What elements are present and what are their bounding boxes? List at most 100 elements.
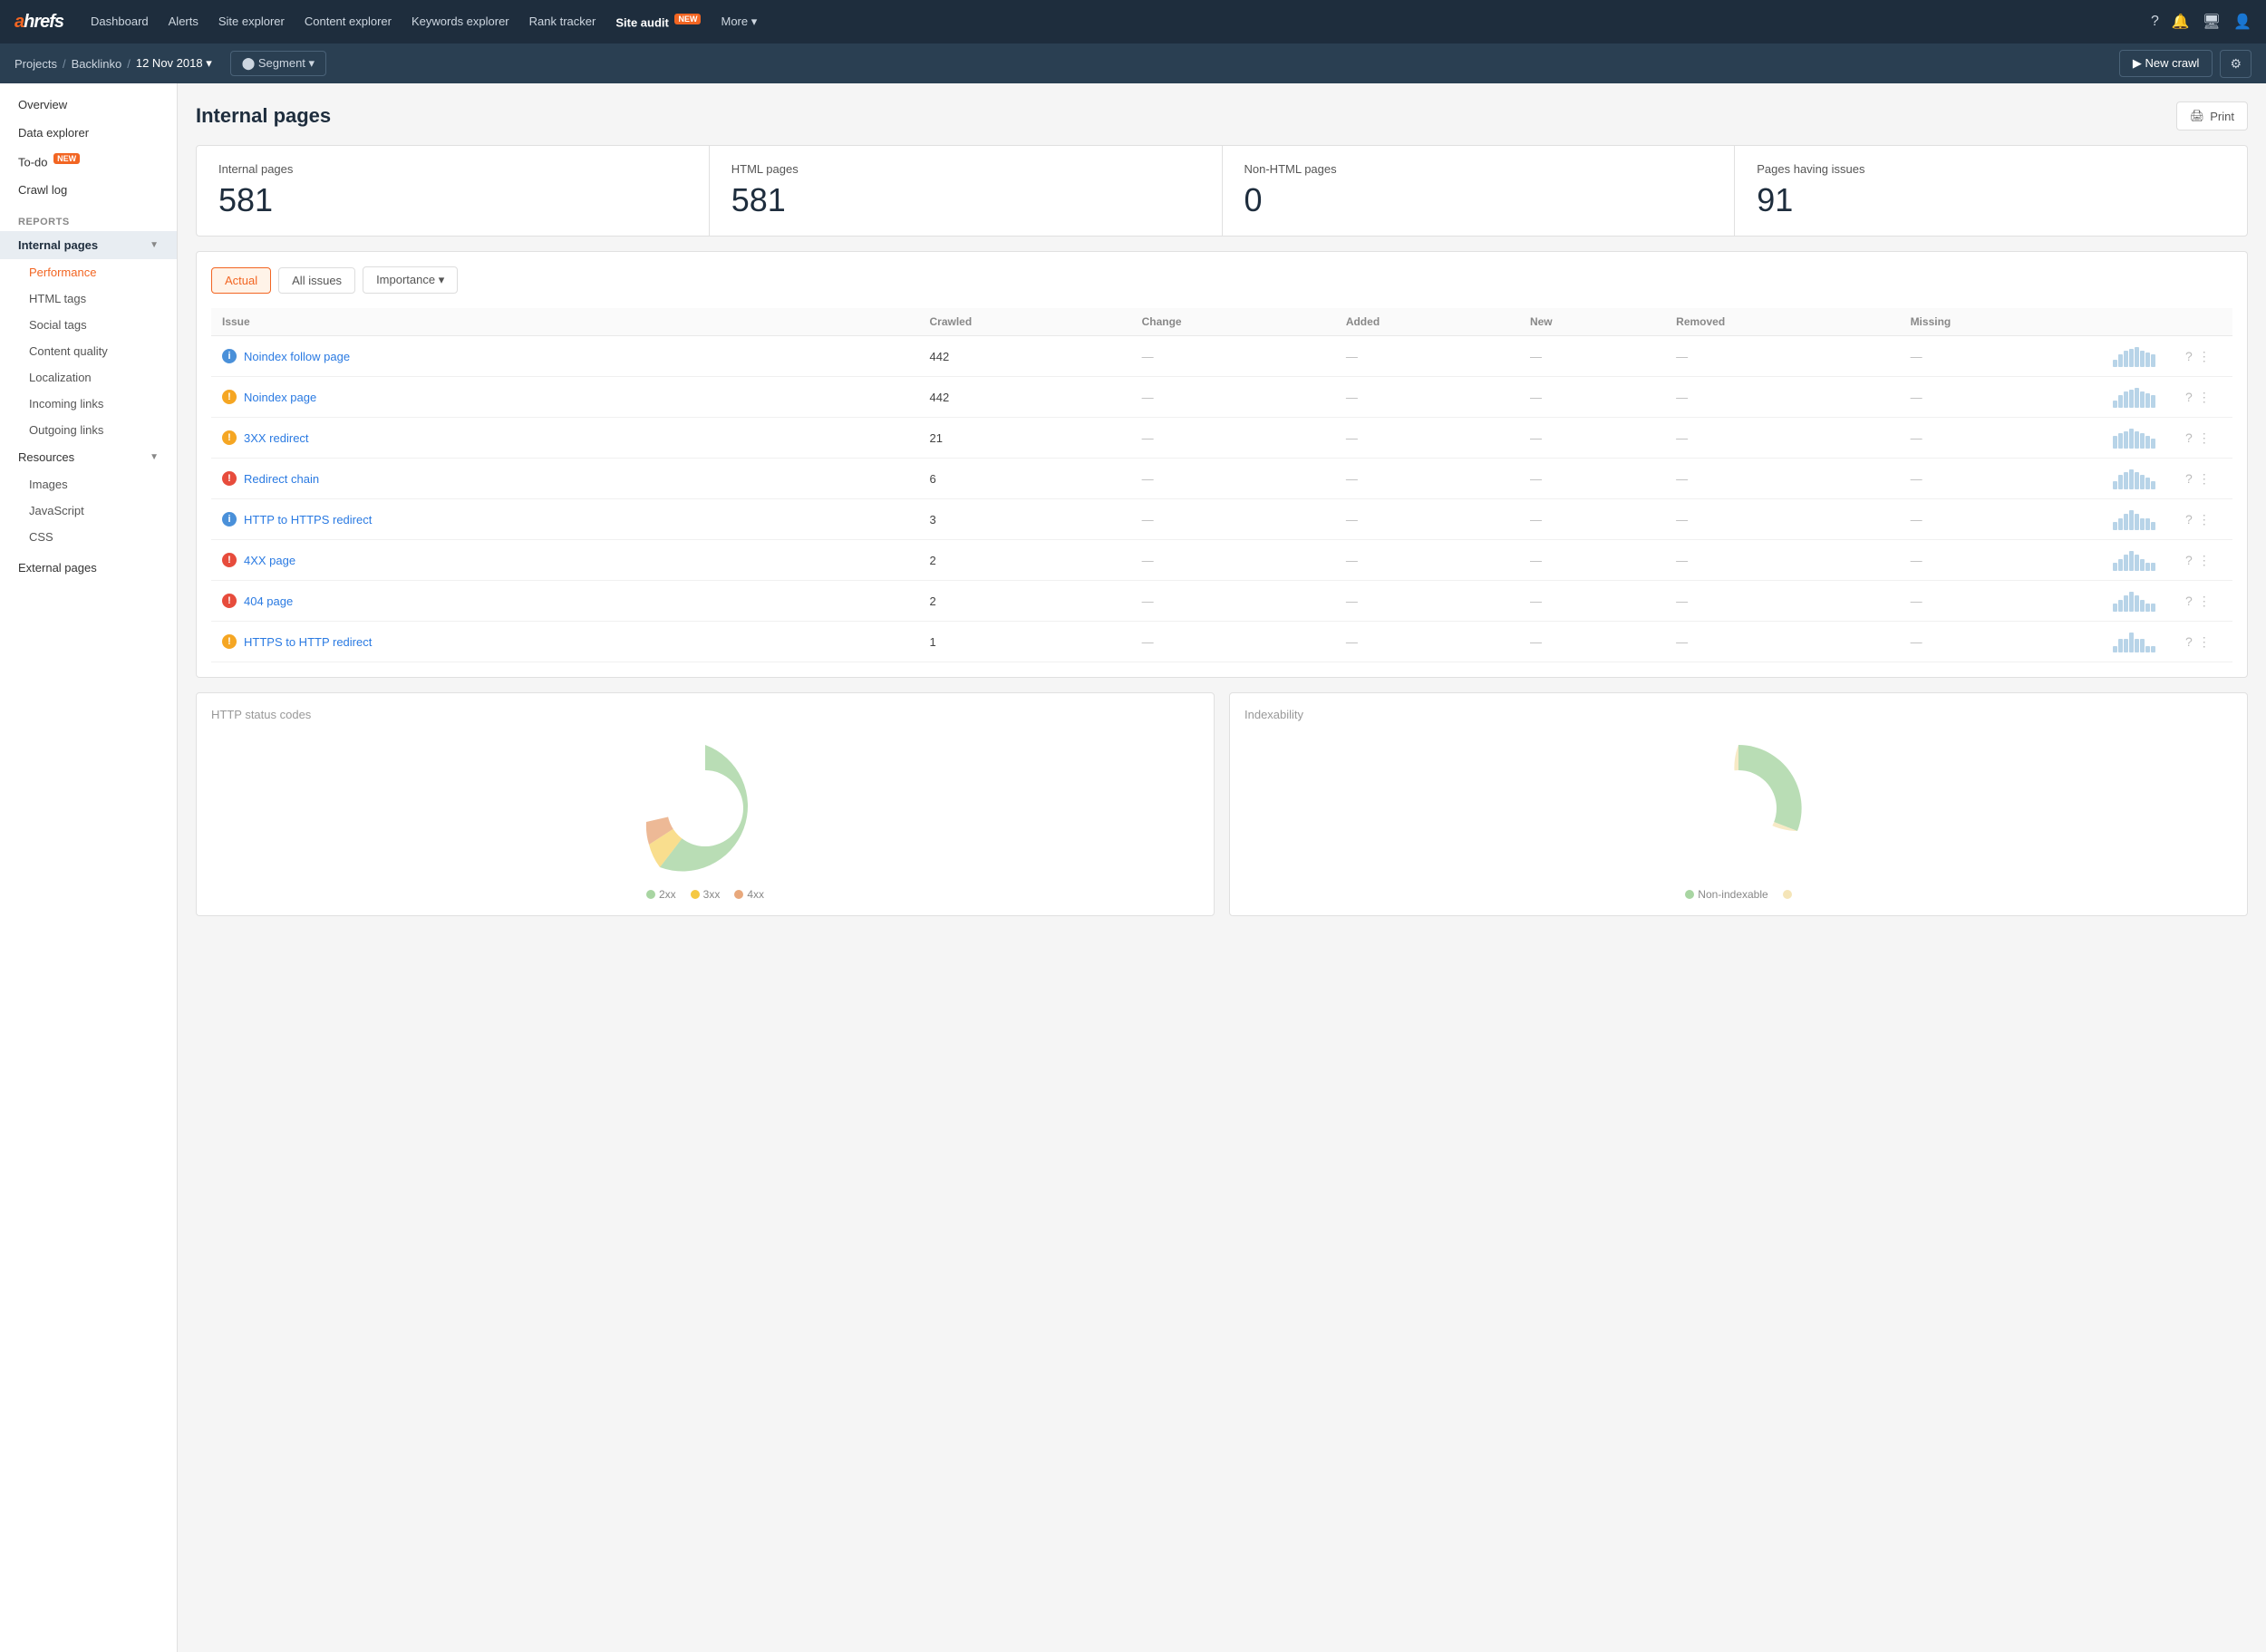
issue-added: — <box>1335 622 1519 662</box>
charts-row: HTTP status codes <box>196 692 2248 916</box>
issue-name[interactable]: 3XX redirect <box>244 431 309 445</box>
issue-removed: — <box>1665 418 1899 459</box>
issue-actions: ? ⋮ <box>2178 540 2232 581</box>
more-options-icon[interactable]: ⋮ <box>2198 349 2211 364</box>
help-circle-icon[interactable]: ? <box>2185 349 2193 363</box>
issue-new: — <box>1519 540 1665 581</box>
nav-link-alerts[interactable]: Alerts <box>160 9 208 34</box>
stat-label: Internal pages <box>218 162 687 176</box>
help-circle-icon[interactable]: ? <box>2185 634 2193 649</box>
breadcrumb-date[interactable]: 12 Nov 2018 ▾ <box>136 56 212 71</box>
more-options-icon[interactable]: ⋮ <box>2198 390 2211 405</box>
help-circle-icon[interactable]: ? <box>2185 471 2193 486</box>
breadcrumb-sep-1: / <box>63 57 66 71</box>
col-missing: Missing <box>1900 308 2106 336</box>
stat-label: Non-HTML pages <box>1244 162 1713 176</box>
table-row: ! 4XX page 2 — — — — — ? ⋮ <box>211 540 2232 581</box>
chart-http-title: HTTP status codes <box>211 708 1199 721</box>
filter-actual-button[interactable]: Actual <box>211 267 271 294</box>
breadcrumb-backlinko[interactable]: Backlinko <box>72 57 122 71</box>
sidebar-sub-localization[interactable]: Localization <box>0 364 177 391</box>
issue-name[interactable]: Redirect chain <box>244 472 319 486</box>
breadcrumb-bar: Projects / Backlinko / 12 Nov 2018 ▾ ⬤ S… <box>0 43 2266 83</box>
nav-link-rank-tracker[interactable]: Rank tracker <box>520 9 605 34</box>
sidebar-sub-content-quality[interactable]: Content quality <box>0 338 177 364</box>
col-added: Added <box>1335 308 1519 336</box>
sidebar-sub-social-tags[interactable]: Social tags <box>0 312 177 338</box>
issue-name[interactable]: HTTP to HTTPS redirect <box>244 513 372 527</box>
sidebar-sub-performance[interactable]: Performance <box>0 259 177 285</box>
sidebar-resources-header[interactable]: Resources ▼ <box>0 443 177 471</box>
issue-type-icon: ! <box>222 430 237 445</box>
nav-link-site-audit[interactable]: Site audit NEW <box>606 9 710 34</box>
help-circle-icon[interactable]: ? <box>2185 430 2193 445</box>
more-options-icon[interactable]: ⋮ <box>2198 512 2211 527</box>
issue-chart <box>2106 377 2178 418</box>
user-icon[interactable]: 👤 <box>2233 13 2251 31</box>
logo[interactable]: ahrefs <box>15 12 63 33</box>
sidebar-sub-incoming-links[interactable]: Incoming links <box>0 391 177 417</box>
stat-card-non-html-pages: Non-HTML pages 0 <box>1223 146 1736 236</box>
chart-http-status: HTTP status codes <box>196 692 1215 916</box>
sidebar-sub-html-tags[interactable]: HTML tags <box>0 285 177 312</box>
more-options-icon[interactable]: ⋮ <box>2198 594 2211 609</box>
issue-name[interactable]: Noindex page <box>244 391 316 404</box>
more-options-icon[interactable]: ⋮ <box>2198 430 2211 446</box>
sidebar-link-overview[interactable]: Overview <box>0 91 177 119</box>
issue-name[interactable]: HTTPS to HTTP redirect <box>244 635 372 649</box>
more-options-icon[interactable]: ⋮ <box>2198 553 2211 568</box>
sidebar-link-external-pages[interactable]: External pages <box>0 554 177 582</box>
breadcrumb-projects[interactable]: Projects <box>15 57 57 71</box>
issue-new: — <box>1519 622 1665 662</box>
settings-button[interactable]: ⚙ <box>2220 50 2251 78</box>
sidebar-sub-outgoing-links[interactable]: Outgoing links <box>0 417 177 443</box>
issue-name[interactable]: 404 page <box>244 594 293 608</box>
sidebar-link-javascript[interactable]: JavaScript <box>0 498 177 524</box>
issue-chart <box>2106 499 2178 540</box>
nav-link-more[interactable]: More ▾ <box>712 9 766 34</box>
table-row: i Noindex follow page 442 — — — — — ? ⋮ <box>211 336 2232 377</box>
filter-all-issues-button[interactable]: All issues <box>278 267 355 294</box>
stat-card-pages-issues: Pages having issues 91 <box>1735 146 2247 236</box>
issue-missing: — <box>1900 581 2106 622</box>
print-button[interactable]: 🖨 Print <box>2176 101 2248 130</box>
issue-name[interactable]: 4XX page <box>244 554 295 567</box>
nav-link-content-explorer[interactable]: Content explorer <box>295 9 401 34</box>
more-options-icon[interactable]: ⋮ <box>2198 471 2211 487</box>
more-options-icon[interactable]: ⋮ <box>2198 634 2211 650</box>
issue-missing: — <box>1900 499 2106 540</box>
issue-change: — <box>1131 499 1335 540</box>
help-icon[interactable]: ? <box>2151 14 2159 30</box>
segment-button[interactable]: ⬤ Segment ▾ <box>230 51 326 76</box>
issue-name[interactable]: Noindex follow page <box>244 350 350 363</box>
help-circle-icon[interactable]: ? <box>2185 512 2193 527</box>
issue-added: — <box>1335 459 1519 499</box>
nav-link-keywords-explorer[interactable]: Keywords explorer <box>402 9 518 34</box>
resources-chevron-icon: ▼ <box>150 452 159 462</box>
sidebar-link-todo[interactable]: To-do NEW <box>0 147 177 176</box>
issue-missing: — <box>1900 459 2106 499</box>
new-crawl-button[interactable]: ▶ New crawl <box>2119 50 2213 77</box>
nav-link-site-explorer[interactable]: Site explorer <box>209 9 294 34</box>
monitor-icon[interactable]: 🖥 <box>2203 13 2221 31</box>
sidebar-link-css[interactable]: CSS <box>0 524 177 550</box>
issue-type-icon: ! <box>222 594 237 608</box>
filter-importance-button[interactable]: Importance ▾ <box>363 266 458 294</box>
issue-missing: — <box>1900 377 2106 418</box>
nav-link-dashboard[interactable]: Dashboard <box>82 9 158 34</box>
help-circle-icon[interactable]: ? <box>2185 553 2193 567</box>
sidebar-link-images[interactable]: Images <box>0 471 177 498</box>
table-row: ! 3XX redirect 21 — — — — — ? ⋮ <box>211 418 2232 459</box>
help-circle-icon[interactable]: ? <box>2185 390 2193 404</box>
notifications-icon[interactable]: 🔔 <box>2172 13 2190 31</box>
help-circle-icon[interactable]: ? <box>2185 594 2193 608</box>
sidebar-link-crawl-log[interactable]: Crawl log <box>0 176 177 204</box>
issue-actions: ? ⋮ <box>2178 581 2232 622</box>
issue-crawled: 2 <box>919 540 1131 581</box>
breadcrumb-sep-2: / <box>127 57 131 71</box>
issue-actions: ? ⋮ <box>2178 418 2232 459</box>
issue-change: — <box>1131 622 1335 662</box>
sidebar-link-data-explorer[interactable]: Data explorer <box>0 119 177 147</box>
issue-removed: — <box>1665 581 1899 622</box>
sidebar-item-internal-pages[interactable]: Internal pages ▼ <box>0 231 177 259</box>
